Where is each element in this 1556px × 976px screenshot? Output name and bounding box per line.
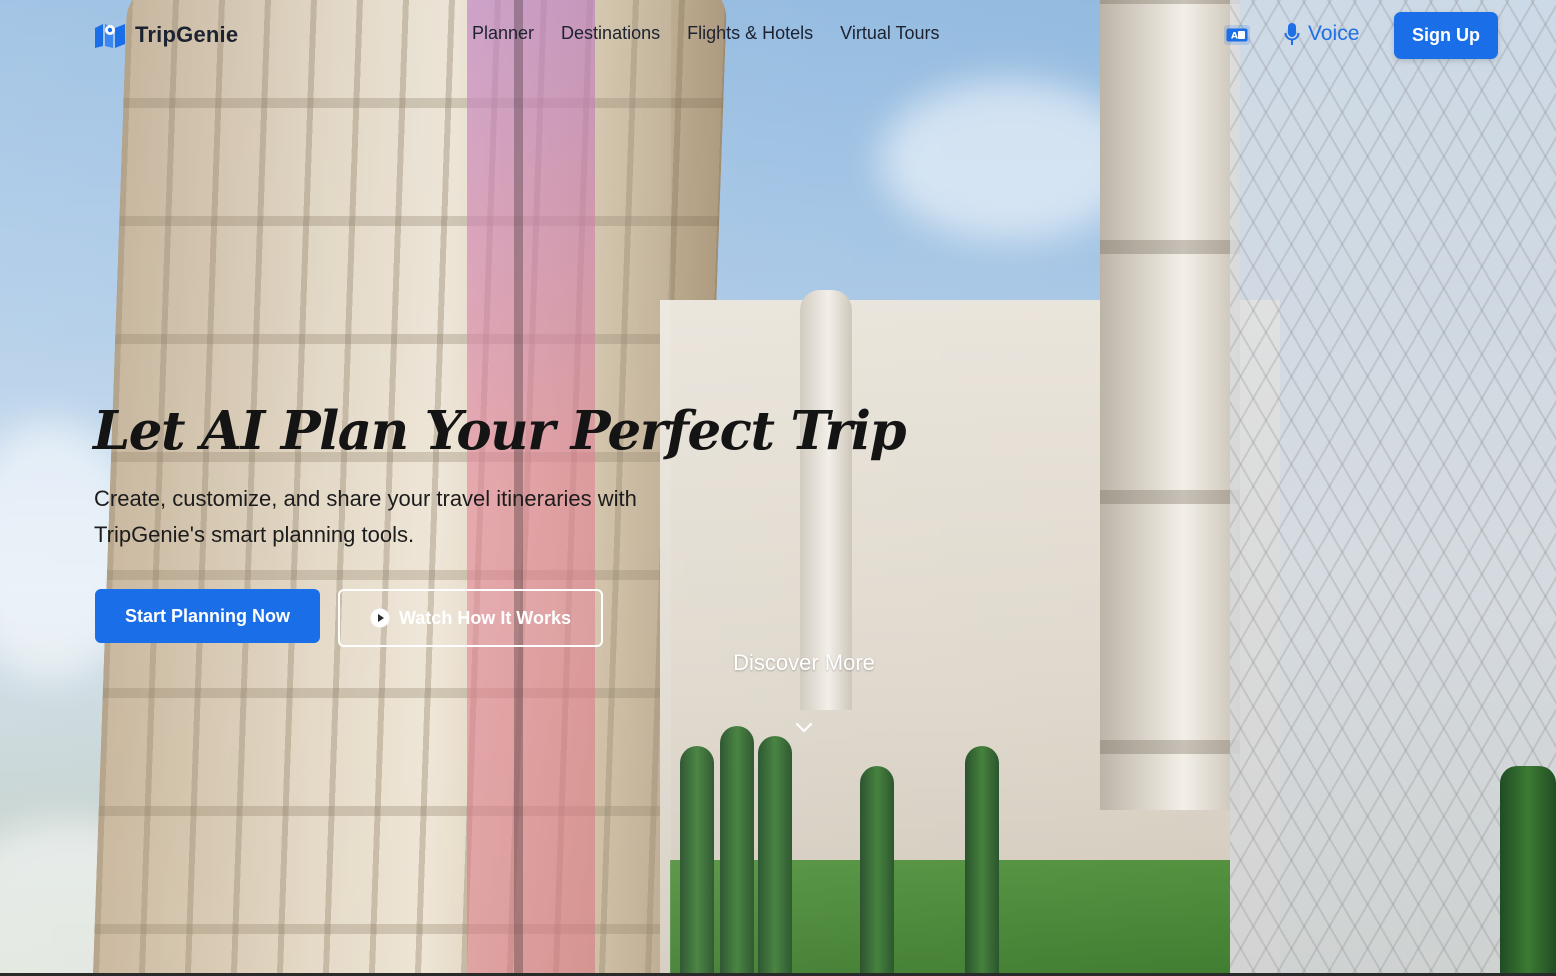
discover-more-link[interactable]: Discover More: [724, 650, 884, 734]
brand-logo[interactable]: TripGenie: [94, 21, 238, 49]
sign-up-button[interactable]: Sign Up: [1394, 12, 1498, 59]
hero-subtitle: Create, customize, and share your travel…: [94, 486, 637, 547]
translate-icon: A: [1226, 28, 1248, 42]
svg-text:A: A: [1231, 32, 1238, 42]
chevron-down-icon: [795, 722, 813, 733]
nav-link-planner[interactable]: Planner: [472, 23, 534, 44]
voice-button[interactable]: Voice: [1284, 22, 1359, 46]
nav-link-flights-hotels[interactable]: Flights & Hotels: [687, 23, 813, 44]
nav-link-virtual-tours[interactable]: Virtual Tours: [840, 23, 939, 44]
start-planning-button[interactable]: Start Planning Now: [95, 589, 320, 643]
hero-title: Let AI Plan Your Perfect Trip: [93, 400, 907, 462]
watch-how-it-works-button[interactable]: Watch How It Works: [338, 589, 603, 647]
discover-more-label: Discover More: [733, 650, 875, 675]
translate-button[interactable]: A: [1224, 25, 1250, 45]
map-icon: [95, 24, 125, 48]
nav-link-destinations[interactable]: Destinations: [561, 23, 660, 44]
nav-links: Planner Destinations Flights & Hotels Vi…: [472, 23, 940, 44]
watch-how-it-works-label: Watch How It Works: [398, 607, 571, 628]
top-navbar: TripGenie Planner Destinations Flights &…: [0, 0, 1556, 70]
microphone-icon: [1284, 23, 1300, 45]
brand-name: TripGenie: [135, 22, 239, 47]
voice-label: Voice: [1308, 22, 1360, 45]
play-icon: [370, 608, 390, 628]
